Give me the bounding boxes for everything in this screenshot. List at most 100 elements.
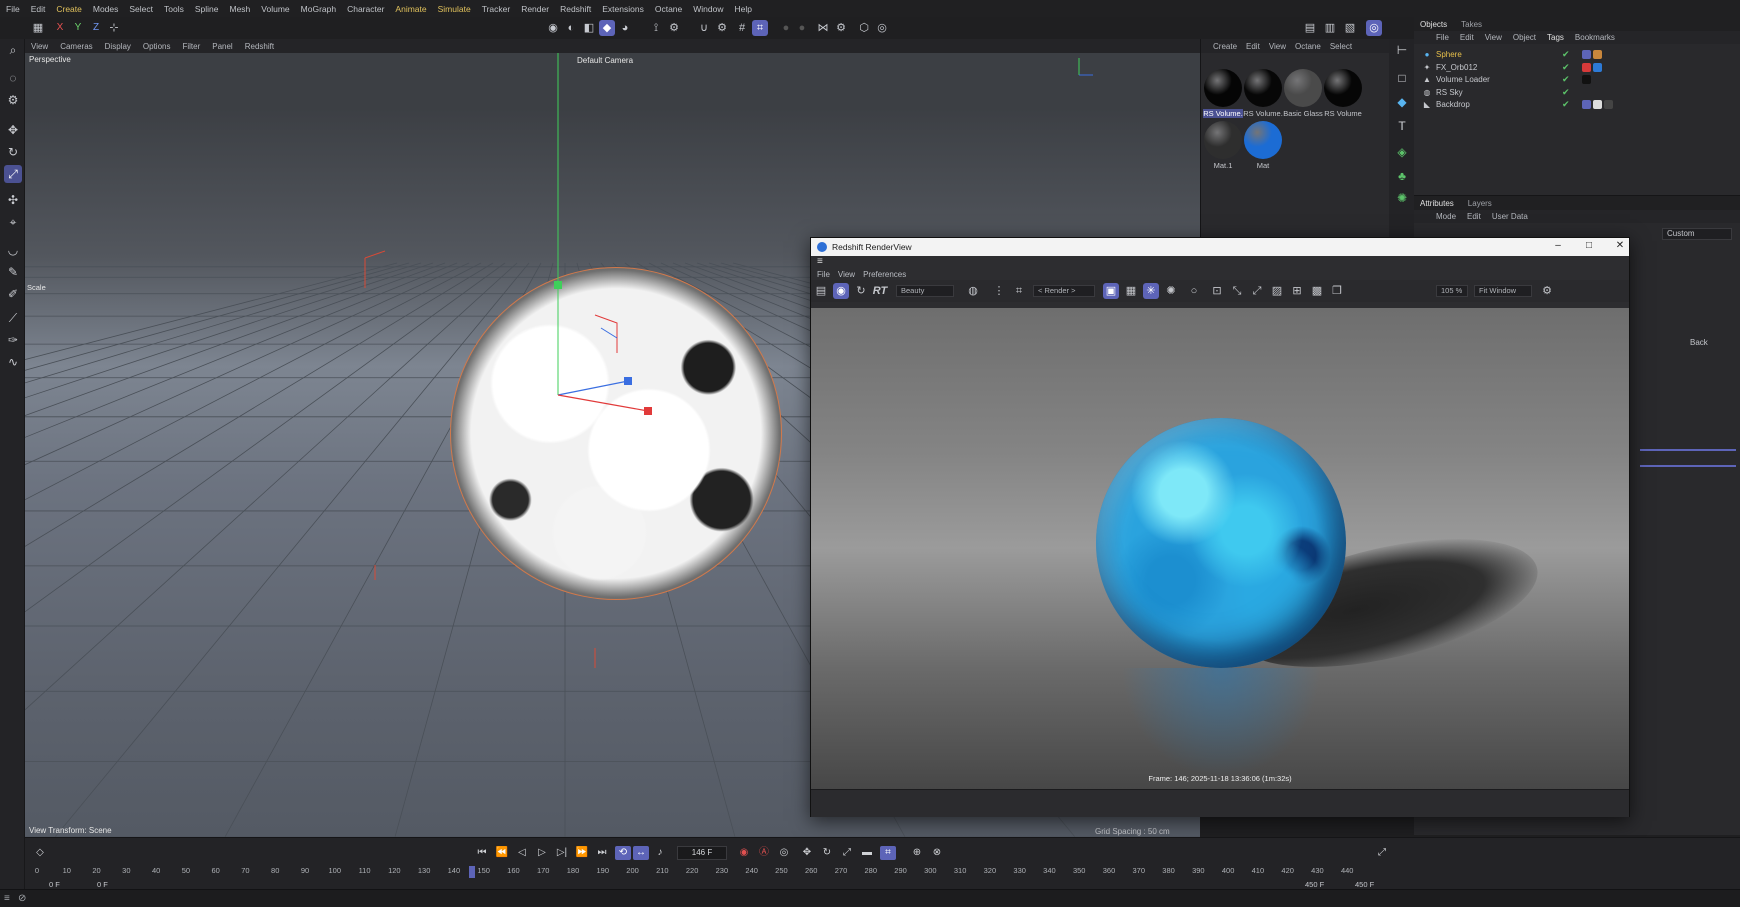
viewport-menu-display[interactable]: Display	[105, 42, 131, 51]
range-end[interactable]: 450 F	[1355, 880, 1374, 889]
pen-icon[interactable]: ✎	[4, 263, 22, 281]
tab-attributes[interactable]: Attributes	[1420, 199, 1454, 208]
next-frame-icon[interactable]: ▷|	[555, 846, 569, 860]
render-active-icon[interactable]: ◐	[563, 20, 579, 36]
symmetry-icon[interactable]: ⋈	[815, 20, 831, 36]
tab-layers[interactable]: Layers	[1468, 199, 1492, 208]
render-image[interactable]: Frame: 146; 2025-11-18 13:36:06 (1m:32s)	[811, 308, 1629, 789]
object-menu-view[interactable]: View	[1485, 33, 1502, 42]
y-axis-toggle[interactable]: Y	[70, 20, 86, 36]
grid-snap-icon[interactable]: #	[734, 20, 750, 36]
material-swatch[interactable]: RS Volume.	[1243, 69, 1283, 118]
bokeh-icon[interactable]: ✺	[1163, 283, 1179, 299]
status-menu-icon[interactable]: ≡	[4, 893, 10, 904]
object-menu-object[interactable]: Object	[1513, 33, 1536, 42]
magnet-settings-icon[interactable]: ⚙	[714, 20, 730, 36]
hierarchy-icon[interactable]: ⊢	[1393, 41, 1411, 59]
material-swatch[interactable]: Mat.1	[1203, 121, 1243, 170]
prev-key-icon[interactable]: ⏪	[495, 846, 509, 860]
material-menu-edit[interactable]: Edit	[1246, 42, 1260, 51]
material-menu-view[interactable]: View	[1269, 42, 1286, 51]
lock-region-icon[interactable]: ▣	[1103, 283, 1119, 299]
live-selection-icon[interactable]: ◌	[4, 69, 22, 87]
rotate-icon[interactable]: ↻	[4, 143, 22, 161]
renderview-menu-view[interactable]: View	[838, 270, 855, 279]
minimize-icon[interactable]: –	[1543, 240, 1573, 251]
search-icon[interactable]: ⌕	[4, 41, 22, 59]
fit-timeline-icon[interactable]: ⤢	[1375, 846, 1389, 860]
visibility-check-icon[interactable]: ✔	[1562, 87, 1570, 98]
go-to-end-icon[interactable]: ⏭	[595, 846, 609, 860]
menu-item-select[interactable]: Select	[129, 4, 153, 14]
scale-icon[interactable]: ⤢	[4, 165, 22, 183]
viewport-solo-icon[interactable]: ⬡	[856, 20, 872, 36]
object-tag-icon[interactable]	[1582, 75, 1591, 84]
selection-settings-icon[interactable]: ⚙	[4, 91, 22, 109]
symmetry-settings-icon[interactable]: ⚙	[833, 20, 849, 36]
workplane-icon[interactable]: ⌗	[752, 20, 768, 36]
current-frame-field[interactable]: 146 F	[677, 846, 727, 860]
object-row[interactable]: ● Sphere ✔	[1422, 48, 1732, 61]
menu-item-help[interactable]: Help	[735, 4, 752, 14]
coordinate-system-icon[interactable]: ⊹	[106, 20, 122, 36]
tab-takes[interactable]: Takes	[1461, 20, 1482, 29]
focus-icon[interactable]: ⊡	[1209, 283, 1225, 299]
lasso-icon[interactable]: ◡	[4, 241, 22, 259]
material-menu-octane[interactable]: Octane	[1295, 42, 1321, 51]
z-axis-toggle[interactable]: Z	[88, 20, 104, 36]
record-icon[interactable]: ◉	[737, 846, 751, 860]
fit-dropdown[interactable]: Fit Window	[1474, 285, 1532, 297]
scale-key-icon[interactable]: ⤢	[840, 846, 854, 860]
menu-item-mograph[interactable]: MoGraph	[301, 4, 336, 14]
refresh-icon[interactable]: ↻	[853, 283, 869, 299]
object-menu-edit[interactable]: Edit	[1460, 33, 1474, 42]
render-picture-viewer-icon[interactable]: ▥	[1322, 20, 1338, 36]
keyframe-icon[interactable]: ◇	[33, 846, 47, 860]
prev-frame-icon[interactable]: ◁	[515, 846, 529, 860]
cube-mode-icon[interactable]: ◆	[599, 20, 615, 36]
viewport-menu-options[interactable]: Options	[143, 42, 171, 51]
menu-item-character[interactable]: Character	[347, 4, 384, 14]
viewport-menu-redshift[interactable]: Redshift	[245, 42, 274, 51]
attribute-mode-dropdown[interactable]: Custom	[1662, 228, 1732, 240]
menu-item-volume[interactable]: Volume	[261, 4, 289, 14]
visibility-check-icon[interactable]: ✔	[1562, 74, 1570, 85]
grid-icon[interactable]: ▦	[1123, 283, 1139, 299]
range-end-preview[interactable]: 450 F	[1305, 880, 1324, 889]
object-tag-icon[interactable]	[1582, 50, 1591, 59]
rotation-key-icon[interactable]: ↻	[820, 846, 834, 860]
menu-item-modes[interactable]: Modes	[93, 4, 119, 14]
autokey-icon[interactable]: Ⓐ	[757, 846, 771, 860]
render-start-icon[interactable]: ◉	[833, 283, 849, 299]
transform-icon[interactable]: ✣	[4, 191, 22, 209]
menu-item-extensions[interactable]: Extensions	[602, 4, 644, 14]
zoom-field[interactable]: 105 %	[1436, 285, 1468, 297]
generator-icon[interactable]: ◈	[1393, 143, 1411, 161]
tab-objects[interactable]: Objects	[1420, 20, 1447, 29]
menu-item-window[interactable]: Window	[693, 4, 723, 14]
close-icon[interactable]: ✕	[1605, 240, 1635, 251]
material-swatch[interactable]: RS Volume	[1323, 69, 1363, 118]
play-icon[interactable]: ▷	[535, 846, 549, 860]
undo-icon[interactable]: ▦	[30, 20, 46, 36]
fit-icon[interactable]: ⤡	[1229, 283, 1245, 299]
snap-settings-icon[interactable]: ⚙	[666, 20, 682, 36]
viewport-menu-view[interactable]: View	[31, 42, 48, 51]
menu-item-mesh[interactable]: Mesh	[230, 4, 251, 14]
layout-icon[interactable]: ◎	[1366, 20, 1382, 36]
menu-item-simulate[interactable]: Simulate	[438, 4, 471, 14]
edit-render-settings-icon[interactable]: ◧	[581, 20, 597, 36]
menu-item-file[interactable]: File	[6, 4, 20, 14]
timeline-ruler[interactable]: 0 10 20 30 40 50 60 70 80 90 100 110 120 130 140 150 160…	[35, 866, 1377, 878]
text-icon[interactable]: T	[1393, 117, 1411, 135]
color-channel-icon[interactable]: ◍	[963, 283, 983, 299]
renderview-menu-preferences[interactable]: Preferences	[863, 270, 906, 279]
material-menu-create[interactable]: Create	[1213, 42, 1237, 51]
menu-item-edit[interactable]: Edit	[31, 4, 46, 14]
object-menu-bookmarks[interactable]: Bookmarks	[1575, 33, 1615, 42]
material-swatch[interactable]: RS Volume.	[1203, 69, 1243, 118]
viewport-menu-cameras[interactable]: Cameras	[60, 42, 92, 51]
clapper-icon[interactable]: ▤	[1302, 20, 1318, 36]
camera-label[interactable]: Default Camera	[577, 56, 633, 65]
move-icon[interactable]: ✥	[4, 121, 22, 139]
